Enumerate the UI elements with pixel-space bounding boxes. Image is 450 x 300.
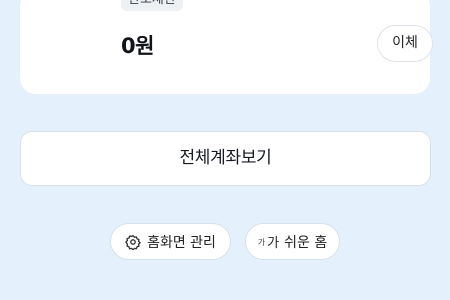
account-balance: 0원 xyxy=(121,34,154,58)
home-settings-label: 홈화면 관리 xyxy=(147,234,216,251)
transfer-button[interactable]: 이체 xyxy=(377,25,433,62)
font-size-icon-large: 가 xyxy=(267,236,280,251)
easy-home-button[interactable]: 가 가 쉬운 홈 xyxy=(245,223,340,260)
limit-status-badge: 한도제한 xyxy=(121,0,183,11)
easy-home-label: 쉬운 홈 xyxy=(284,234,328,251)
account-card: 한도제한 0원 이체 xyxy=(20,0,433,94)
gear-icon xyxy=(125,234,141,251)
view-all-accounts-button[interactable]: 전체계좌보기 xyxy=(20,131,431,186)
home-settings-button[interactable]: 홈화면 관리 xyxy=(110,223,231,260)
font-size-icon-small: 가 xyxy=(257,238,266,247)
